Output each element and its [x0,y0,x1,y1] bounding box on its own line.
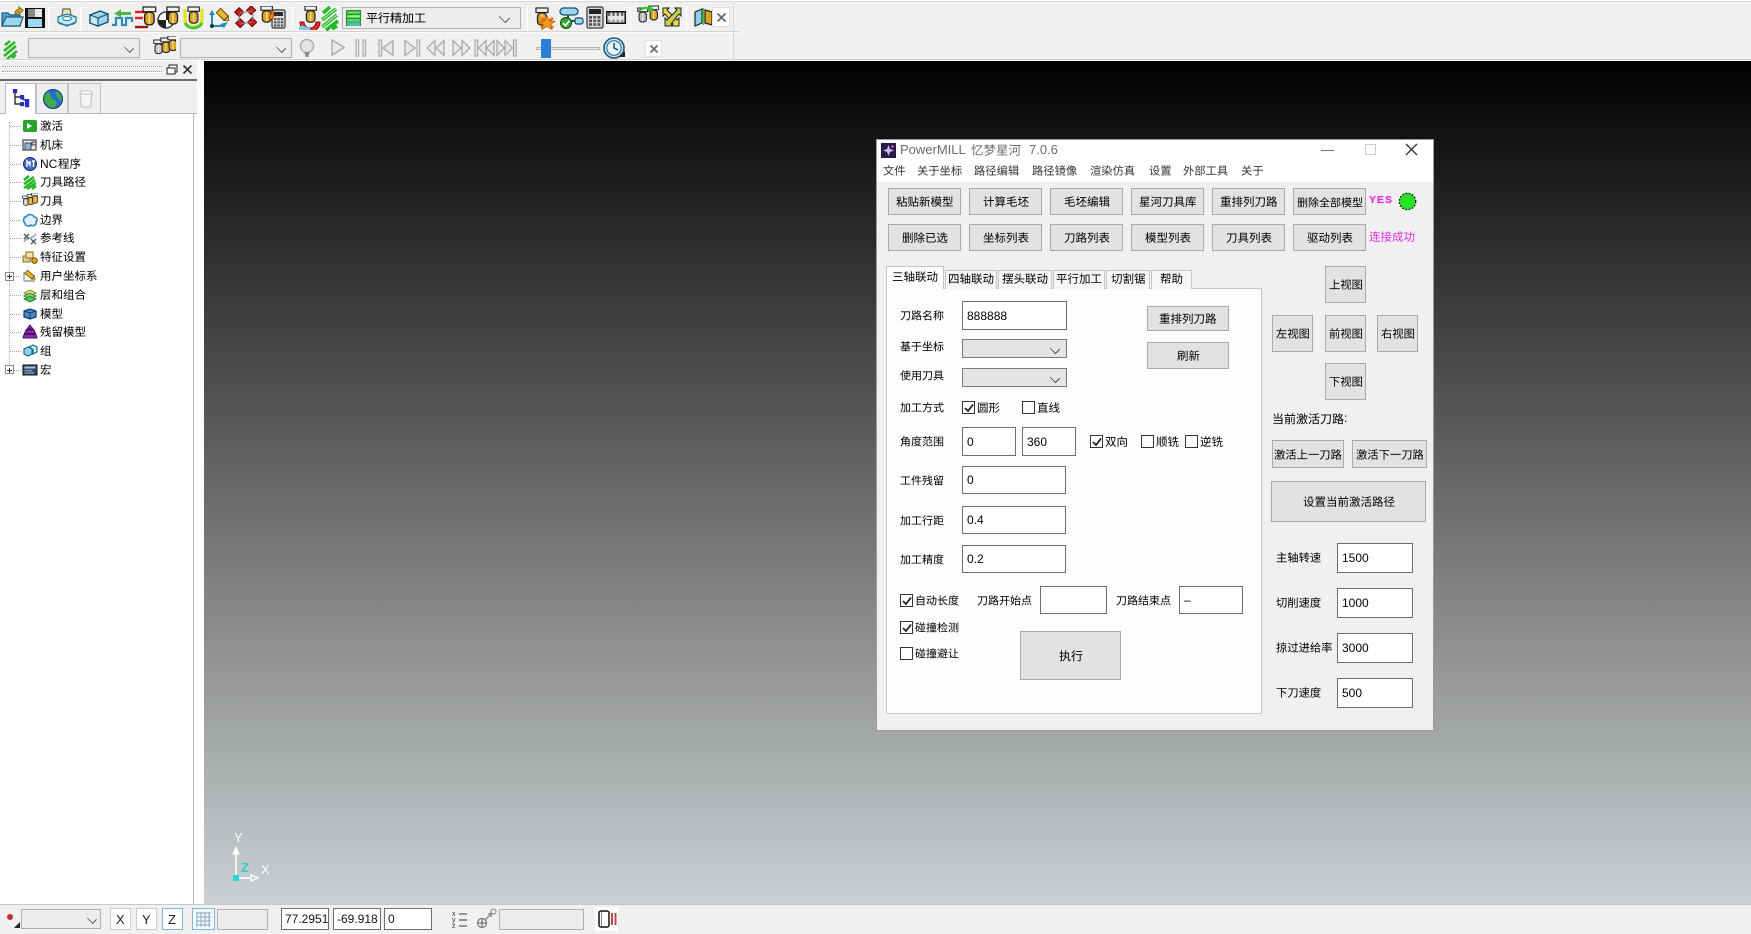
svg-text:X: X [261,862,270,877]
svg-text:Z: Z [241,860,249,875]
svg-text:Y: Y [234,830,243,845]
svg-text:z: z [452,923,456,929]
